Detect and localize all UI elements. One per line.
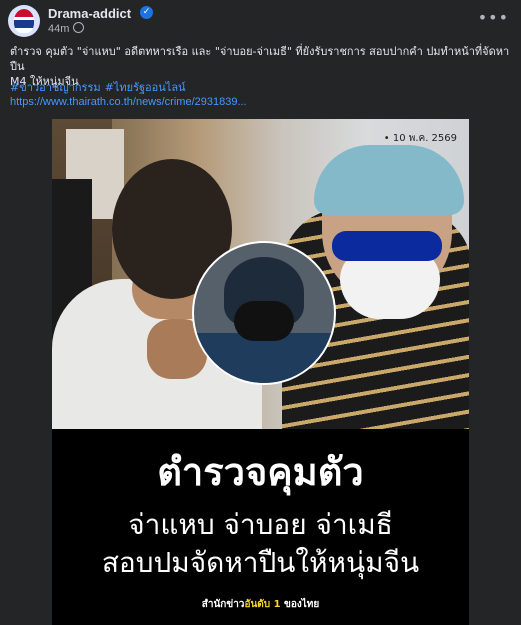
post-time[interactable]: 44m <box>48 22 85 35</box>
article-link[interactable]: https://www.thairath.co.th/news/crime/29… <box>10 96 247 108</box>
news-photo: • 10 พ.ค. 2569 <box>52 119 469 429</box>
headline-detail: สอบปมจัดหาปืนให้หนุ่มจีน <box>101 546 420 579</box>
more-options-icon[interactable]: ••• <box>478 8 509 27</box>
footer-highlight: อันดับ 1 <box>244 599 281 610</box>
media-footer: สำนักข่าวอันดับ 1 ของไทย <box>52 597 469 612</box>
page-avatar[interactable] <box>8 5 40 37</box>
post-time-text[interactable]: 44m <box>48 23 69 35</box>
verified-badge-icon: ✓ <box>140 6 153 19</box>
photo-cap <box>314 145 464 215</box>
hashtags: #ข่าวอาชญากรรม #ไทยรัฐออนไลน์ <box>10 78 190 96</box>
date-stamp: • 10 พ.ค. 2569 <box>383 133 457 144</box>
inset-photo-circle <box>192 241 336 385</box>
avatar-flag-icon <box>14 9 34 33</box>
headline-main: ตำรวจคุมตัว <box>157 450 364 494</box>
post-image[interactable]: • 10 พ.ค. 2569 ตำรวจคุมตัว จ่าแหบ จ่าบอย… <box>52 119 469 625</box>
page-name-link[interactable]: Drama-addict <box>48 6 131 21</box>
footer-post: ของไทย <box>280 599 320 610</box>
globe-icon <box>73 22 85 33</box>
post-text-line1: ตำรวจ คุมตัว "จ่าแหบ" อดีตทหารเรือ และ "… <box>10 45 510 73</box>
post-header: Drama-addict ✓ 44m ••• <box>0 0 521 40</box>
footer-pre: สำนักข่าว <box>201 599 245 610</box>
hashtag-thairath[interactable]: #ไทยรัฐออนไลน์ <box>105 81 186 94</box>
photo-sunglasses <box>332 231 442 261</box>
hashtag-crime[interactable]: #ข่าวอาชญากรรม <box>10 81 101 94</box>
inset-mask <box>234 301 294 341</box>
